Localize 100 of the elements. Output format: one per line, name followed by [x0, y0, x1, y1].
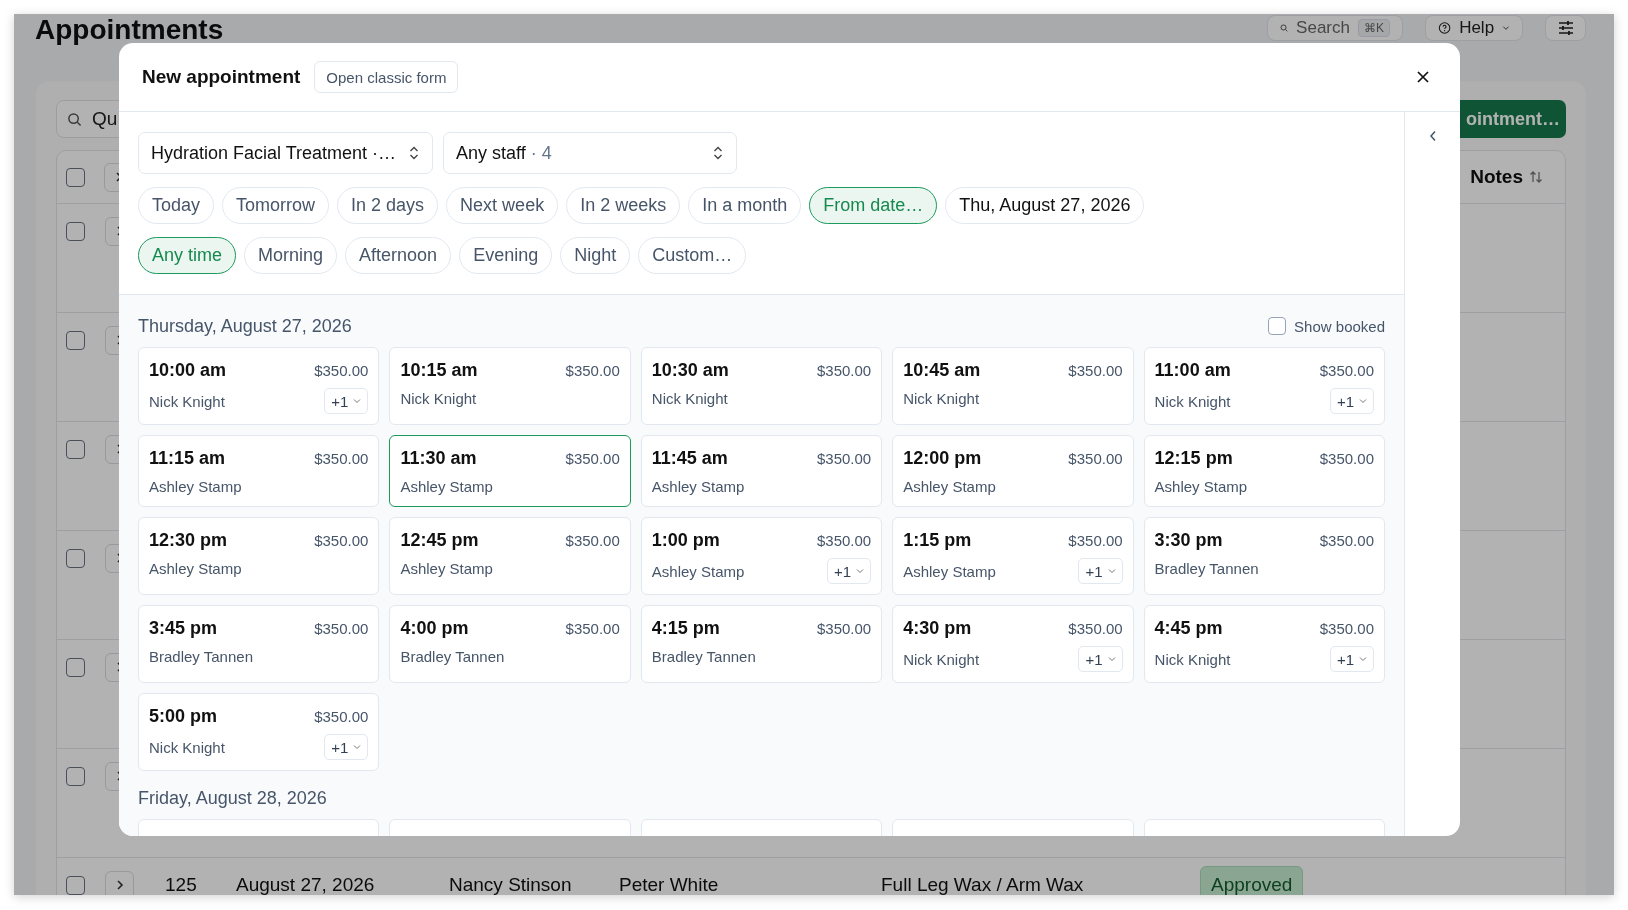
slot-price: $350.00: [565, 449, 620, 467]
time-slot-card[interactable]: 1:15 pm $350.00 Ashley Stamp +1: [892, 517, 1134, 595]
slot-price: $350.00: [565, 361, 620, 379]
slot-price: $350.00: [1068, 449, 1123, 467]
slot-time: 11:30 am: [400, 447, 477, 469]
shortcut-key: ⌘K: [1358, 19, 1390, 37]
time-preset-chip[interactable]: Evening: [459, 237, 553, 274]
staff-name: Ashley Stamp: [651, 477, 745, 495]
date-preset-chip[interactable]: In 2 days: [337, 187, 439, 224]
time-preset-chip[interactable]: Custom…: [638, 237, 747, 274]
time-slot-card[interactable]: 10:15 am $350.00 Nick Knight: [389, 347, 631, 425]
date-preset-chip[interactable]: Next week: [446, 187, 559, 224]
more-staff-dropdown[interactable]: +1: [324, 388, 369, 414]
slot-time: 1:15 pm: [903, 529, 972, 551]
time-preset-chip[interactable]: Morning: [244, 237, 338, 274]
slot-price: $350.00: [565, 531, 620, 549]
staff-name: Ashley Stamp: [149, 559, 242, 577]
more-staff-dropdown[interactable]: +1: [324, 734, 369, 760]
dialog-title: New appointment: [142, 66, 301, 88]
staff-name: Ashley Stamp: [903, 477, 996, 495]
time-slot-card[interactable]: 12:15 pm $350.00 Ashley Stamp: [1143, 435, 1385, 507]
time-preset-chip[interactable]: Afternoon: [345, 237, 452, 274]
date-preset-chip[interactable]: From date…: [809, 187, 938, 224]
time-slot-card[interactable]: 1:00 pm $350.00 Ashley Stamp +1: [640, 517, 883, 595]
time-slot-card[interactable]: 11:30 am $350.00 Ashley Stamp: [389, 435, 631, 507]
slot-time: 4:15 pm: [651, 617, 720, 639]
service-select[interactable]: Hydration Facial Treatment ·…: [138, 132, 433, 174]
slot-price: $350.00: [1319, 619, 1374, 637]
slot-time: 12:45 pm: [400, 529, 479, 551]
slot-time: 10:45 am: [903, 359, 981, 381]
time-slot-card[interactable]: 11:00 am $350.00 Nick Knight +1: [1143, 347, 1385, 425]
slot-time: 10:00 am: [149, 359, 227, 381]
time-slot-card[interactable]: 12:30 pm $350.00 Ashley Stamp: [138, 517, 380, 595]
time-slot-card[interactable]: 12:45 pm $350.00 Ashley Stamp: [389, 517, 631, 595]
time-slot-card[interactable]: 10:00 am $350.00 Nick Knight +1: [138, 347, 380, 425]
more-staff-dropdown[interactable]: +1: [1329, 646, 1374, 672]
slot-time: 10:15 am: [400, 359, 478, 381]
table-cell: Nancy Stinson: [449, 874, 572, 895]
more-staff-dropdown[interactable]: +1: [827, 558, 872, 584]
slot-price: $350.00: [1068, 361, 1123, 379]
slot-price: $350.00: [816, 619, 872, 637]
slot-time: 5:00 pm: [149, 705, 218, 727]
slot-price: $350.00: [314, 619, 369, 637]
time-slot-card[interactable]: 11:15 am $350.00 Ashley Stamp: [138, 435, 380, 507]
slot-time: 4:00 pm: [400, 617, 469, 639]
date-preset-chip[interactable]: In 2 weeks: [566, 187, 681, 224]
column-header[interactable]: Notes: [1470, 166, 1543, 188]
date-preset-chip[interactable]: Today: [138, 187, 215, 224]
time-slot-card[interactable]: 11:45 am $350.00 Ashley Stamp: [640, 435, 883, 507]
staff-name: Nick Knight: [903, 650, 980, 668]
staff-name: Ashley Stamp: [400, 477, 493, 495]
status-badge: Approved: [1200, 866, 1304, 895]
date-preset-chip[interactable]: Tomorrow: [222, 187, 330, 224]
search-button[interactable]: Search ⌘K: [1267, 15, 1403, 41]
slot-time: 12:15 pm: [1154, 447, 1233, 469]
slot-price: $350.00: [314, 531, 369, 549]
time-preset-chip[interactable]: Night: [560, 237, 631, 274]
time-slot-card[interactable]: 4:00 pm $350.00 Bradley Tannen: [389, 605, 631, 683]
slot-price: $350.00: [1319, 449, 1374, 467]
staff-name: Nick Knight: [1154, 392, 1231, 410]
staff-name: Ashley Stamp: [149, 477, 242, 495]
slot-price: $350.00: [314, 449, 369, 467]
staff-name: Nick Knight: [1154, 650, 1231, 668]
slot-price: $350.00: [816, 531, 872, 549]
time-slot-card[interactable]: 10:45 am $350.00 Nick Knight: [892, 347, 1134, 425]
more-staff-dropdown[interactable]: +1: [1329, 388, 1374, 414]
date-preset-chip[interactable]: In a month: [688, 187, 802, 224]
table-cell: Peter White: [619, 874, 719, 895]
staff-name: Nick Knight: [149, 738, 225, 756]
slot-price: $350.00: [1319, 361, 1374, 379]
slot-time: 4:45 pm: [1154, 617, 1223, 639]
time-slot-card[interactable]: 3:30 pm $350.00 Bradley Tannen: [1143, 517, 1385, 595]
open-classic-form-button[interactable]: Open classic form: [314, 61, 459, 93]
day-heading: Friday, August 28, 2026: [138, 787, 327, 809]
time-slot-card[interactable]: 4:15 pm $350.00 Bradley Tannen: [640, 605, 883, 683]
staff-name: Ashley Stamp: [651, 562, 745, 580]
more-staff-dropdown[interactable]: +1: [1078, 558, 1123, 584]
time-slot-card[interactable]: 5:00 pm $350.00 Nick Knight +1: [138, 693, 380, 771]
staff-name: Ashley Stamp: [400, 559, 493, 577]
date-field[interactable]: Thu, August 27, 2026: [945, 187, 1145, 224]
more-staff-dropdown[interactable]: +1: [1078, 646, 1123, 672]
checkbox-label: Show booked: [1294, 317, 1385, 335]
staff-name: Bradley Tannen: [1154, 559, 1259, 577]
time-slot-card[interactable]: 4:45 pm $350.00 Nick Knight +1: [1143, 605, 1385, 683]
time-preset-chip[interactable]: Any time: [138, 237, 237, 274]
slot-price: $350.00: [1319, 531, 1374, 549]
staff-name: Bradley Tannen: [651, 647, 756, 665]
help-button[interactable]: Help: [1425, 15, 1523, 41]
slot-time: 10:30 am: [651, 359, 729, 381]
slot-time: 11:15 am: [149, 447, 226, 469]
slot-price: $350.00: [816, 449, 872, 467]
slot-time: 3:45 pm: [149, 617, 218, 639]
time-slot-card[interactable]: 10:30 am $350.00 Nick Knight: [640, 347, 883, 425]
table-cell: 125: [165, 874, 197, 895]
time-slot-card[interactable]: 4:30 pm $350.00 Nick Knight +1: [892, 605, 1134, 683]
staff-select[interactable]: Any staff · 4: [443, 132, 737, 174]
staff-name: Ashley Stamp: [903, 562, 996, 580]
time-slot-card[interactable]: 12:00 pm $350.00 Ashley Stamp: [892, 435, 1134, 507]
time-slot-card[interactable]: 3:45 pm $350.00 Bradley Tannen: [138, 605, 380, 683]
slot-price: $350.00: [816, 361, 872, 379]
